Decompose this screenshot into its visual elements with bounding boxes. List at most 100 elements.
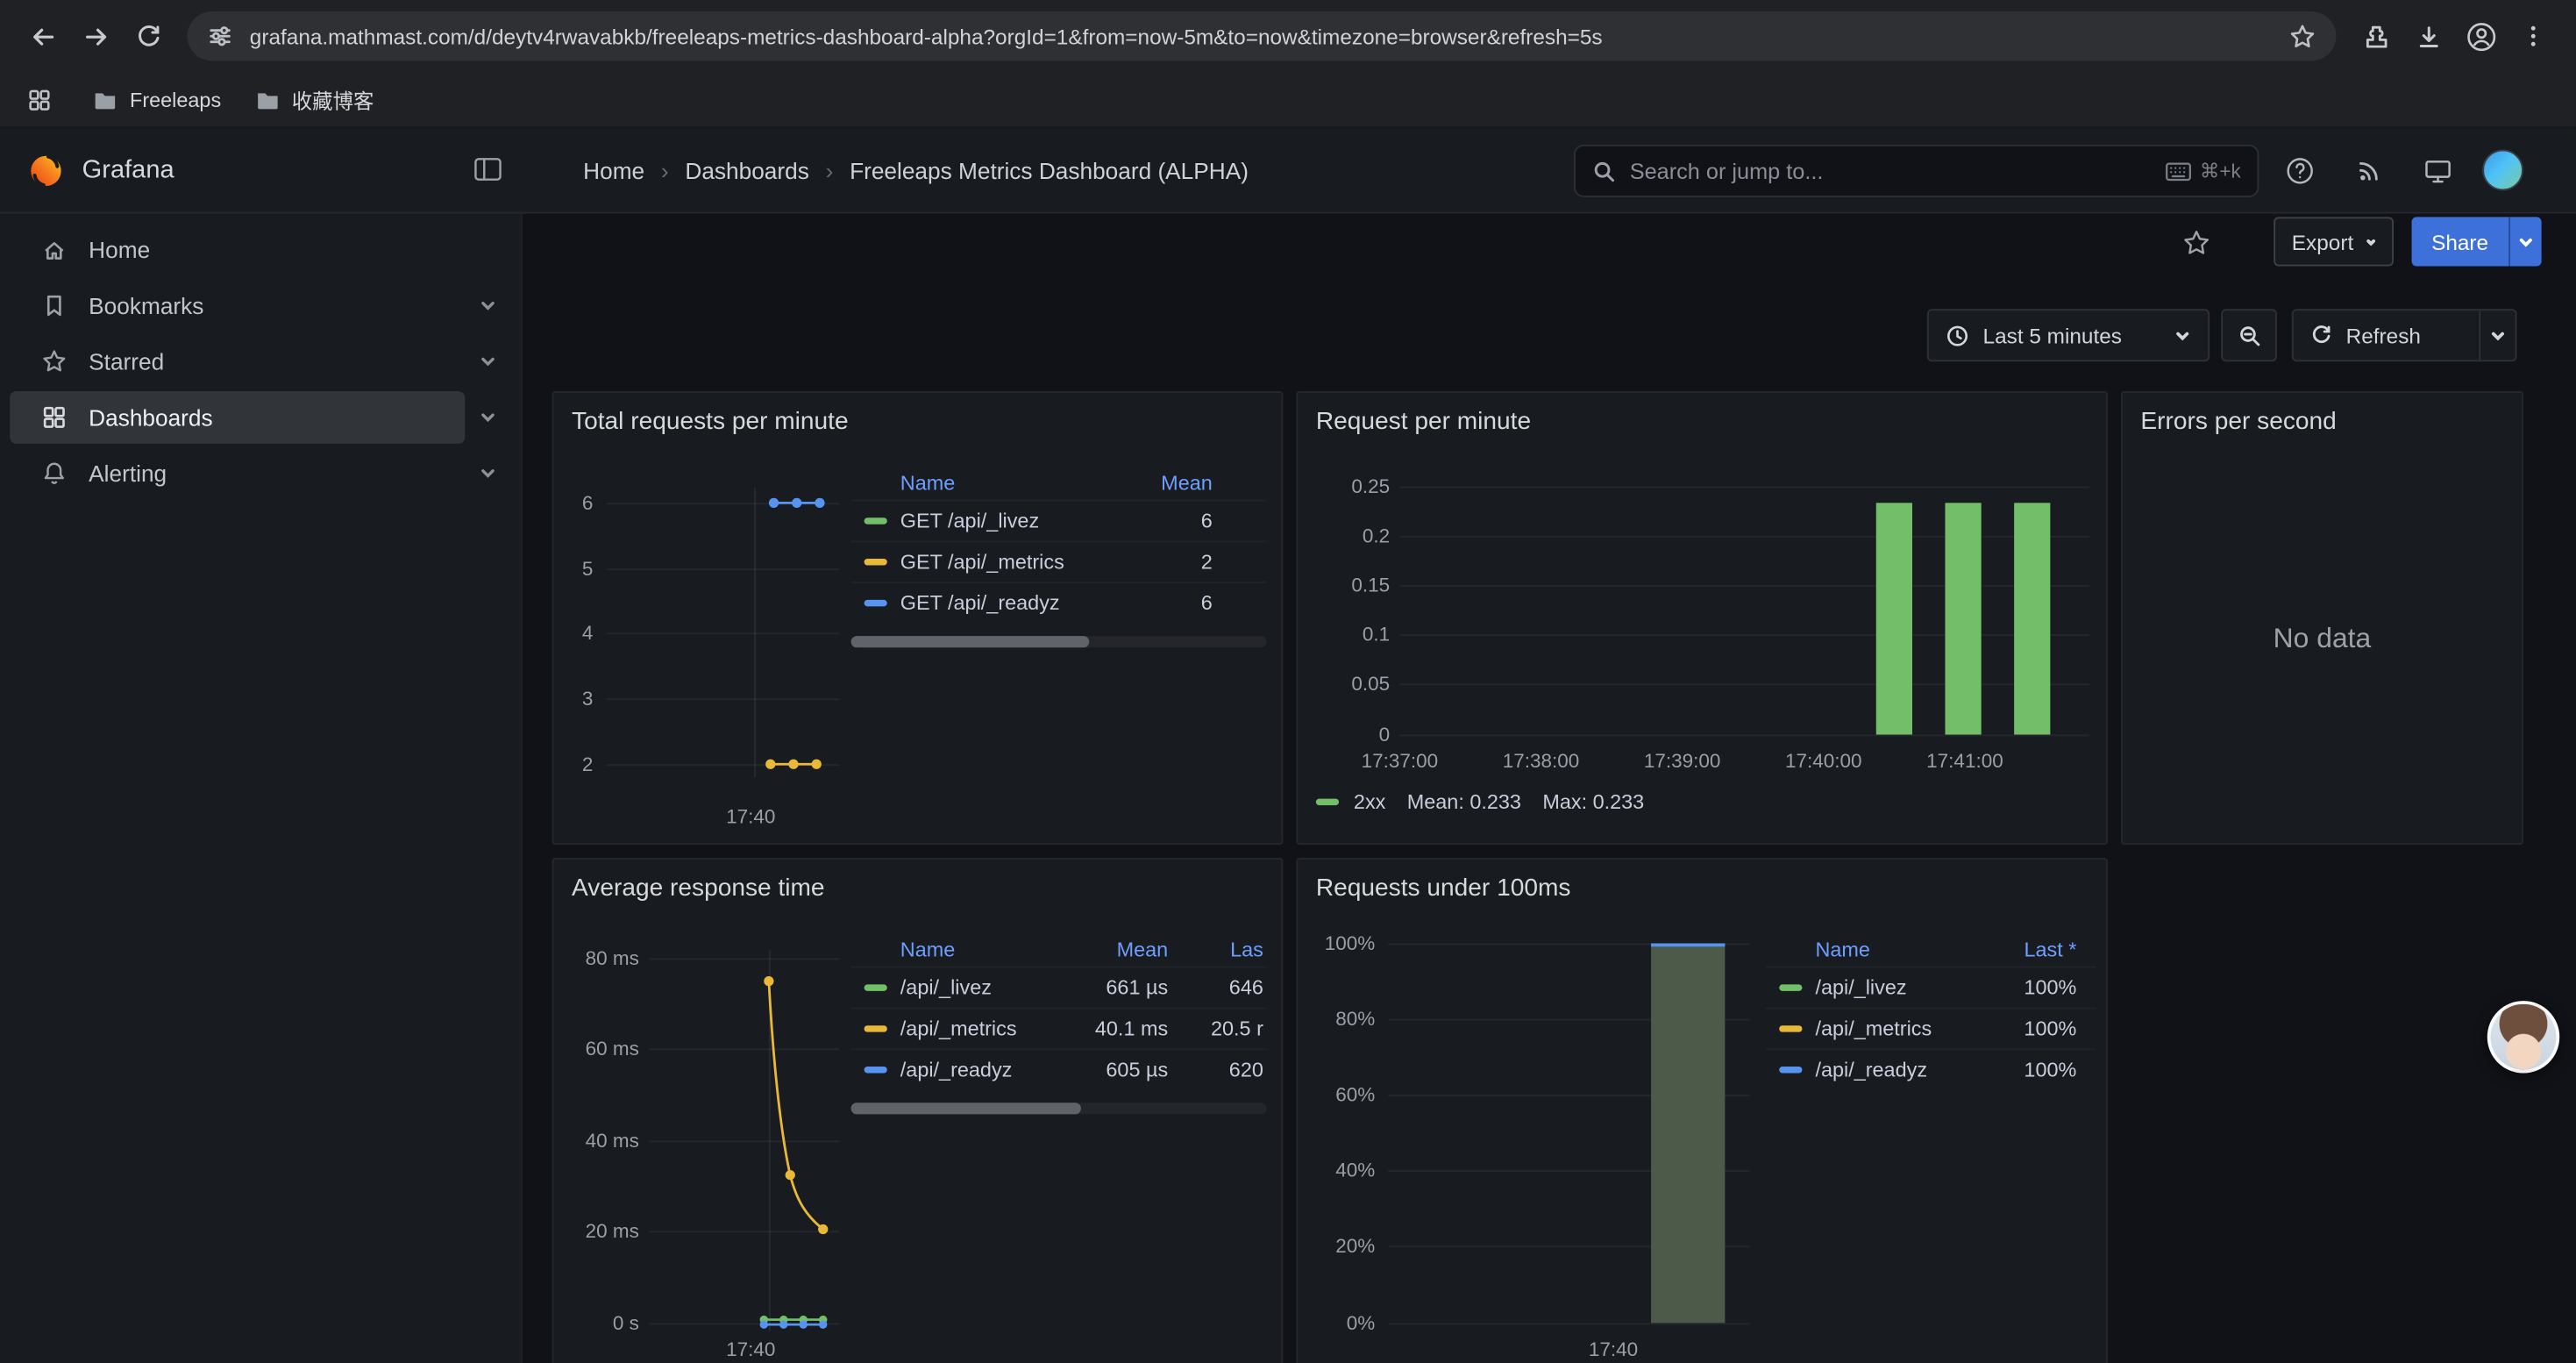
series-name[interactable]: /api/_metrics (900, 1017, 1053, 1040)
dock-sidebar-icon (472, 153, 504, 185)
series-name[interactable]: GET /api/_livez (900, 510, 1152, 532)
refresh-button-main[interactable]: Refresh (2294, 323, 2480, 347)
legend-row[interactable]: /api/_readyz 605 µs 620 (851, 1048, 1267, 1089)
grafana-logo-icon[interactable] (28, 152, 64, 188)
refresh-interval-caret[interactable] (2479, 310, 2515, 360)
search-box[interactable]: ⌘+k (1574, 145, 2259, 197)
back-button[interactable] (17, 10, 69, 62)
panel-title[interactable]: Requests under 100ms (1316, 874, 1571, 903)
favorite-dashboard-button[interactable] (2174, 220, 2219, 266)
series-name[interactable]: /api/_livez (1815, 976, 1981, 999)
x-tick: 17:40:00 (1766, 749, 1881, 772)
share-button[interactable]: Share (2412, 217, 2541, 266)
legend-row[interactable]: /api/_metrics 100% (1766, 1008, 2096, 1049)
legend-row[interactable]: /api/_livez 100% (1766, 967, 2096, 1008)
legend-header-last[interactable]: Last * (1982, 938, 2096, 961)
bar-2xx[interactable] (2014, 503, 2050, 734)
bookmark-folder-blogs[interactable]: 收藏博客 (254, 84, 374, 116)
bookmark-star-icon[interactable] (2288, 22, 2316, 50)
refresh-button[interactable]: Refresh (2292, 309, 2517, 361)
x-tick: 17:40 (1572, 1338, 1654, 1360)
panel-title[interactable]: Average response time (572, 874, 825, 903)
legend-inline[interactable]: 2xx Mean: 0.233 Max: 0.233 (1316, 790, 1644, 813)
chevron-down-icon[interactable] (478, 408, 497, 427)
legend-header-last[interactable]: Las (1168, 938, 1266, 961)
legend-row[interactable]: GET /api/_readyz 6 (851, 582, 1267, 623)
x-tick: 17:40 (709, 1338, 792, 1360)
legend-header-mean[interactable]: Mean (1053, 938, 1168, 961)
legend-row[interactable]: GET /api/_livez 6 (851, 500, 1267, 541)
scrollbar-thumb[interactable] (851, 1103, 1081, 1114)
sidebar-item-dashboards[interactable]: Dashboards (0, 391, 521, 444)
bookmark-folder-freeleaps[interactable]: Freeleaps (92, 86, 221, 112)
legend-row[interactable]: GET /api/_metrics 2 (851, 540, 1267, 582)
series-name[interactable]: /api/_readyz (1815, 1059, 1981, 1081)
apps-shortcut-button[interactable] (19, 80, 59, 119)
sidebar-item-alerting[interactable]: Alerting (0, 447, 521, 500)
share-menu-caret[interactable] (2508, 217, 2541, 266)
export-button[interactable]: Export (2274, 217, 2394, 266)
legend-scrollbar[interactable] (851, 636, 1267, 647)
legend-header-name[interactable]: Name (1766, 938, 1981, 961)
breadcrumb-dashboards[interactable]: Dashboards (685, 157, 808, 183)
extensions-button[interactable] (2349, 10, 2402, 62)
reload-button[interactable] (122, 10, 174, 62)
browser-menu-button[interactable] (2507, 10, 2559, 62)
legend-header-mean[interactable]: Mean (1151, 472, 1266, 495)
breadcrumb-home[interactable]: Home (583, 157, 644, 183)
scrollbar-thumb[interactable] (851, 636, 1090, 647)
legend-header-name[interactable]: Name (851, 938, 1053, 961)
series-name[interactable]: 2xx (1354, 790, 1385, 813)
series-name[interactable]: GET /api/_readyz (900, 592, 1152, 615)
share-button-label[interactable]: Share (2412, 217, 2508, 266)
help-button[interactable] (2275, 146, 2324, 195)
chevron-down-icon[interactable] (478, 296, 497, 315)
series-mean: Mean: 0.233 (1407, 790, 1521, 813)
x-tick: 17:37:00 (1342, 749, 1457, 772)
y-tick: 80% (1309, 1008, 1375, 1031)
bar-2xx[interactable] (1876, 503, 1912, 734)
sidebar-item-bookmarks[interactable]: Bookmarks (0, 280, 521, 332)
chevron-down-icon[interactable] (478, 352, 497, 371)
tv-mode-button[interactable] (2413, 146, 2462, 195)
time-range-picker[interactable]: Last 5 minutes (1927, 309, 2210, 361)
kebab-menu-icon (2520, 23, 2546, 49)
sidebar-item-home[interactable]: Home (0, 224, 521, 276)
zoom-out-time-button[interactable] (2221, 309, 2277, 361)
series-mean: 2 (1151, 551, 1266, 574)
panel-title[interactable]: Total requests per minute (572, 408, 849, 436)
legend-row[interactable]: /api/_livez 661 µs 646 (851, 967, 1267, 1008)
collapse-sidebar-button[interactable] (472, 153, 504, 185)
legend-scrollbar[interactable] (851, 1103, 1267, 1114)
time-range-label: Last 5 minutes (1983, 323, 2160, 347)
bookmark-label: Freeleaps (130, 88, 221, 111)
series-name[interactable]: /api/_metrics (1815, 1017, 1981, 1040)
legend-row[interactable]: /api/_readyz 100% (1766, 1048, 2096, 1089)
sidebar-item-starred[interactable]: Starred (0, 335, 521, 388)
bar-under-100ms[interactable] (1651, 944, 1725, 1324)
y-tick: 5 (553, 557, 593, 580)
bookmark-icon (41, 293, 68, 319)
site-settings-tune-icon[interactable] (207, 23, 233, 49)
chevron-down-icon[interactable] (478, 463, 497, 482)
series-name[interactable]: /api/_readyz (900, 1059, 1053, 1081)
forward-button[interactable] (69, 10, 122, 62)
profile-button[interactable] (2454, 10, 2507, 62)
series-name[interactable]: /api/_livez (900, 976, 1053, 999)
legend-row[interactable]: /api/_metrics 40.1 ms 20.5 r (851, 1008, 1267, 1049)
bar-2xx[interactable] (1945, 503, 1981, 734)
url-bar[interactable]: grafana.mathmast.com/d/deytv4rwavabkb/fr… (188, 11, 2337, 61)
series-name[interactable]: GET /api/_metrics (900, 551, 1152, 574)
downloads-button[interactable] (2402, 10, 2454, 62)
legend-header-row: Name Mean Las (851, 933, 1267, 966)
series-mean: 6 (1151, 510, 1266, 532)
floating-avatar-widget[interactable] (2487, 1001, 2559, 1073)
user-avatar[interactable] (2482, 150, 2523, 191)
news-rss-button[interactable] (2345, 146, 2394, 195)
url-text[interactable]: grafana.mathmast.com/d/deytv4rwavabkb/fr… (250, 24, 2273, 48)
panel-title[interactable]: Request per minute (1316, 408, 1531, 436)
help-icon (2285, 155, 2315, 185)
legend-header-name[interactable]: Name (851, 472, 1152, 495)
series-max: Max: 0.233 (1542, 790, 1644, 813)
search-input[interactable] (1630, 159, 2166, 183)
